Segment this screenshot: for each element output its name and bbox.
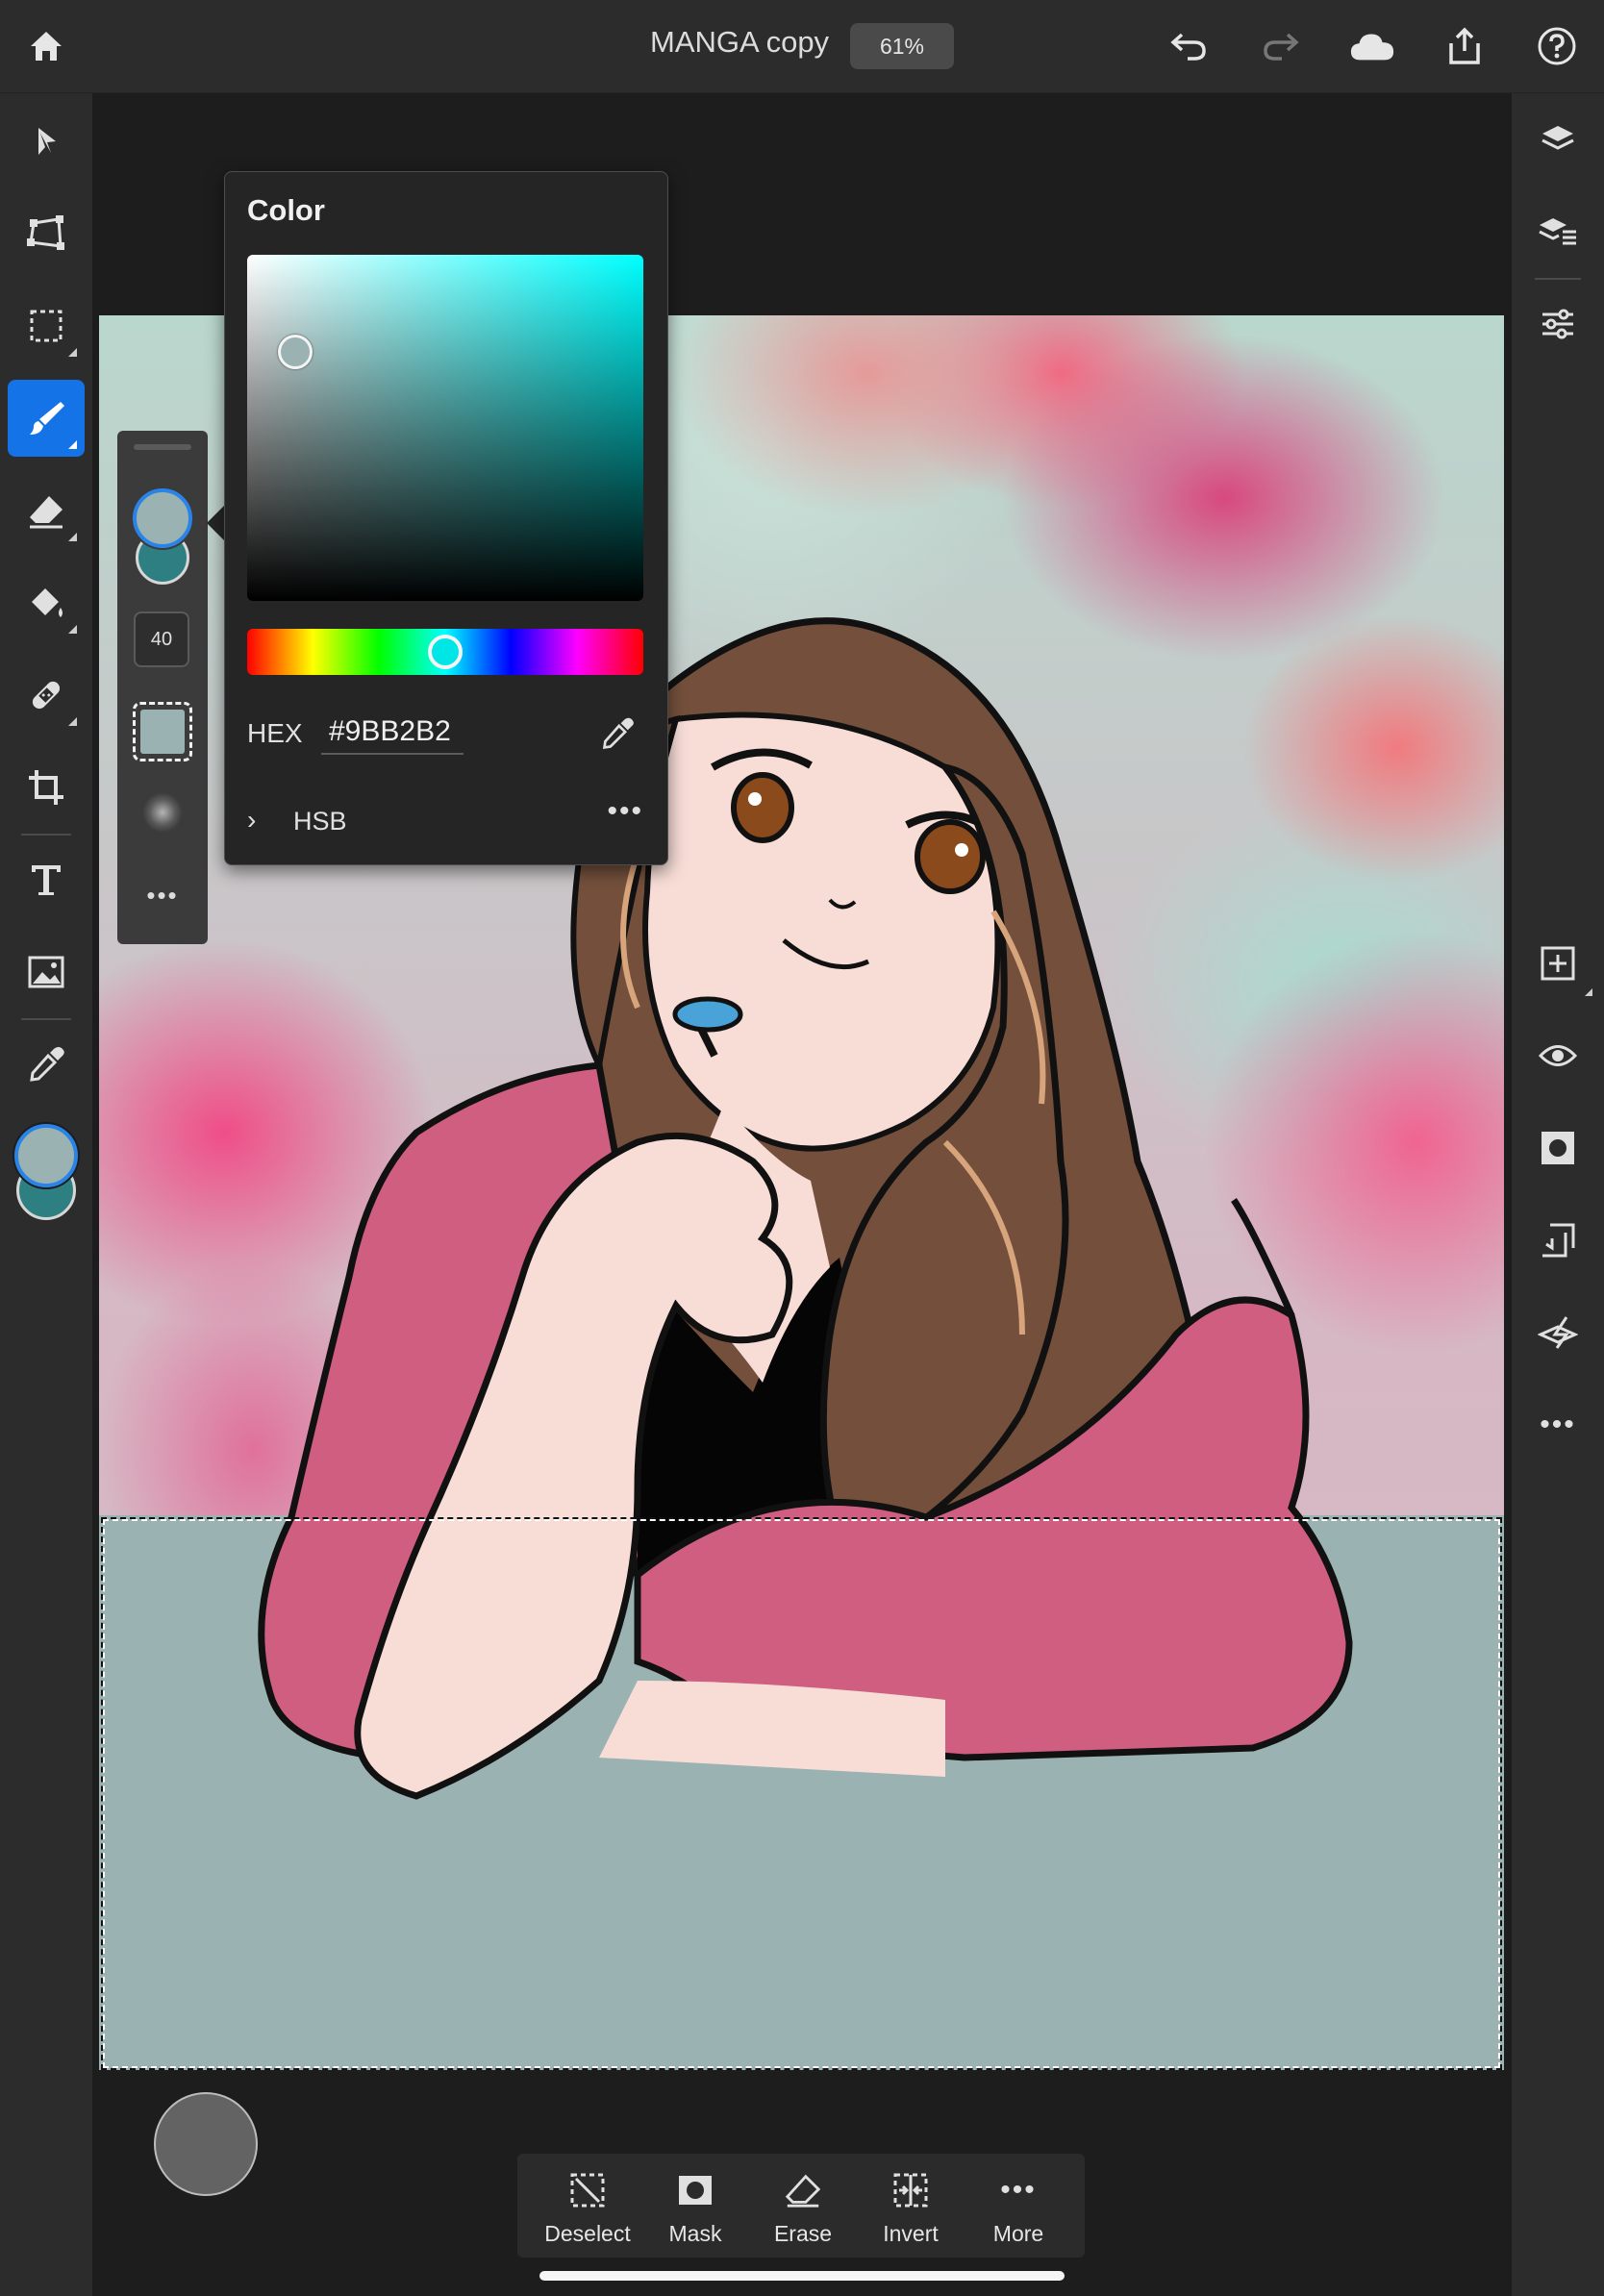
- visibility-icon[interactable]: [1527, 1025, 1589, 1086]
- submenu-corner-icon: [1585, 988, 1592, 996]
- toolbar-separator: [21, 1018, 71, 1020]
- mask-icon[interactable]: [1527, 1117, 1589, 1179]
- invert-button[interactable]: Invert: [857, 2154, 965, 2258]
- select-icon[interactable]: [8, 103, 85, 180]
- contextual-taskbar: Deselect Mask Erase Invert ••• More: [517, 2154, 1085, 2258]
- submenu-corner-icon: [68, 440, 77, 449]
- zoom-level[interactable]: 61%: [850, 23, 954, 69]
- top-bar: MANGA copy 61%: [0, 0, 1604, 93]
- panel-primary-swatch[interactable]: [133, 488, 192, 548]
- submenu-corner-icon: [68, 625, 77, 634]
- clipping-icon[interactable]: [1527, 1210, 1589, 1271]
- more-label: More: [992, 2221, 1044, 2246]
- toolbar-separator: [1535, 278, 1581, 280]
- layers-icon[interactable]: [1527, 109, 1589, 170]
- hsb-label[interactable]: HSB: [293, 807, 347, 836]
- brush-size[interactable]: 40: [134, 611, 189, 667]
- more-icon[interactable]: •••: [1527, 1394, 1589, 1456]
- saturation-brightness-thumb[interactable]: [278, 335, 313, 369]
- submenu-corner-icon: [68, 348, 77, 357]
- more-button[interactable]: ••• More: [965, 2154, 1072, 2258]
- brush-settings-panel: 40 •••: [117, 431, 208, 944]
- popover-title: Color: [247, 193, 325, 227]
- saturation-brightness-field[interactable]: [247, 255, 643, 601]
- mask-label: Mask: [668, 2221, 722, 2246]
- document-title[interactable]: MANGA copy: [650, 25, 829, 60]
- fill-icon[interactable]: [8, 564, 85, 641]
- cloud-icon[interactable]: [1349, 23, 1395, 69]
- mask-icon: [674, 2169, 716, 2211]
- eraser-icon[interactable]: [8, 472, 85, 549]
- layer-properties-icon[interactable]: [1527, 201, 1589, 262]
- marquee-icon[interactable]: [8, 287, 85, 364]
- invert-icon: [890, 2169, 932, 2211]
- chevron-right-icon[interactable]: ›: [247, 805, 256, 836]
- merge-icon[interactable]: [1527, 1302, 1589, 1363]
- toolbar-separator: [21, 834, 71, 836]
- brush-icon[interactable]: [8, 380, 85, 457]
- transform-icon[interactable]: [8, 195, 85, 272]
- submenu-corner-icon: [68, 717, 77, 726]
- popover-arrow: [207, 506, 224, 540]
- redo-icon[interactable]: [1258, 23, 1304, 69]
- share-icon[interactable]: [1441, 23, 1488, 69]
- healing-icon[interactable]: [8, 657, 85, 734]
- hex-label: HEX: [247, 718, 303, 748]
- primary-color-swatch[interactable]: [14, 1124, 78, 1187]
- mask-button[interactable]: Mask: [641, 2154, 749, 2258]
- erase-button[interactable]: Erase: [749, 2154, 857, 2258]
- image-icon[interactable]: [8, 934, 85, 1011]
- hue-slider-thumb[interactable]: [428, 635, 463, 669]
- submenu-corner-icon: [68, 533, 77, 541]
- adjustments-icon[interactable]: [1527, 293, 1589, 355]
- crop-icon[interactable]: [8, 749, 85, 826]
- hsb-section[interactable]: › HSB •••: [247, 797, 643, 843]
- more-icon[interactable]: •••: [140, 883, 185, 910]
- invert-label: Invert: [883, 2221, 939, 2246]
- add-layer-icon[interactable]: [1527, 933, 1592, 996]
- right-toolbar: •••: [1512, 93, 1604, 2296]
- brush-opacity-swatch[interactable]: [133, 702, 192, 761]
- type-icon[interactable]: [8, 841, 85, 918]
- brush-hardness-icon[interactable]: [142, 792, 183, 833]
- erase-icon: [782, 2169, 824, 2211]
- deselect-label: Deselect: [544, 2221, 631, 2246]
- more-icon[interactable]: •••: [607, 797, 643, 826]
- touch-shortcut-button[interactable]: [154, 2092, 258, 2196]
- eyedropper-icon[interactable]: [8, 1026, 85, 1103]
- hex-input[interactable]: #9BB2B2: [321, 711, 464, 755]
- panel-grip[interactable]: [134, 444, 191, 450]
- home-icon[interactable]: [23, 23, 69, 69]
- help-icon[interactable]: [1534, 23, 1580, 69]
- deselect-button[interactable]: Deselect: [534, 2154, 641, 2258]
- color-popover: Color HEX #9BB2B2 › HSB •••: [224, 171, 668, 865]
- more-icon: •••: [1000, 2174, 1037, 2206]
- erase-label: Erase: [773, 2221, 833, 2246]
- deselect-icon: [566, 2169, 609, 2211]
- selection-marquee[interactable]: [101, 1517, 1502, 2070]
- home-indicator[interactable]: [539, 2271, 1065, 2281]
- undo-icon[interactable]: [1165, 23, 1212, 69]
- eyedropper-icon[interactable]: [594, 711, 640, 757]
- left-toolbar: [0, 93, 92, 2296]
